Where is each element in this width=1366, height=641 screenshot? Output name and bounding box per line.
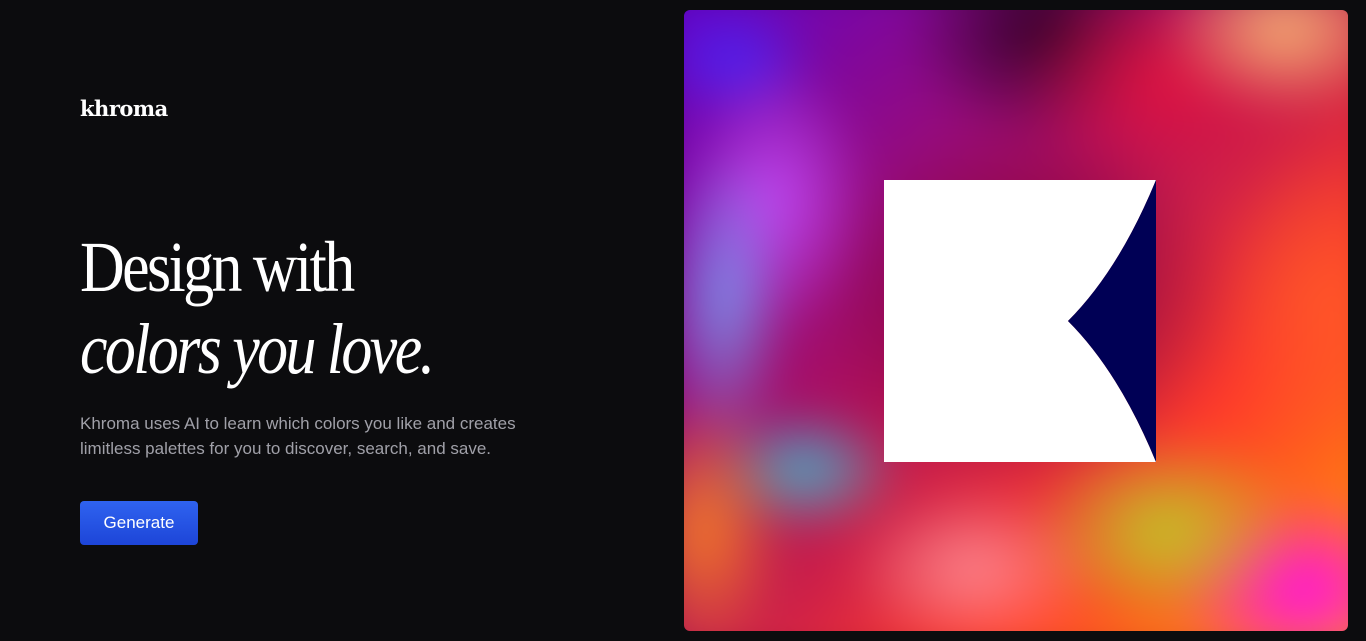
khroma-logo[interactable]: khroma [80, 96, 168, 121]
headline-line-1: Design with [80, 227, 355, 307]
hero-tagline: Khroma uses AI to learn which colors you… [80, 414, 516, 458]
hero-headline: Design with colors you love. [80, 226, 435, 390]
khroma-k-logo-icon [884, 180, 1156, 462]
headline-line-2: colors you love. [80, 309, 435, 389]
generate-button[interactable]: Generate [80, 501, 198, 545]
hero-image-panel [684, 10, 1348, 631]
